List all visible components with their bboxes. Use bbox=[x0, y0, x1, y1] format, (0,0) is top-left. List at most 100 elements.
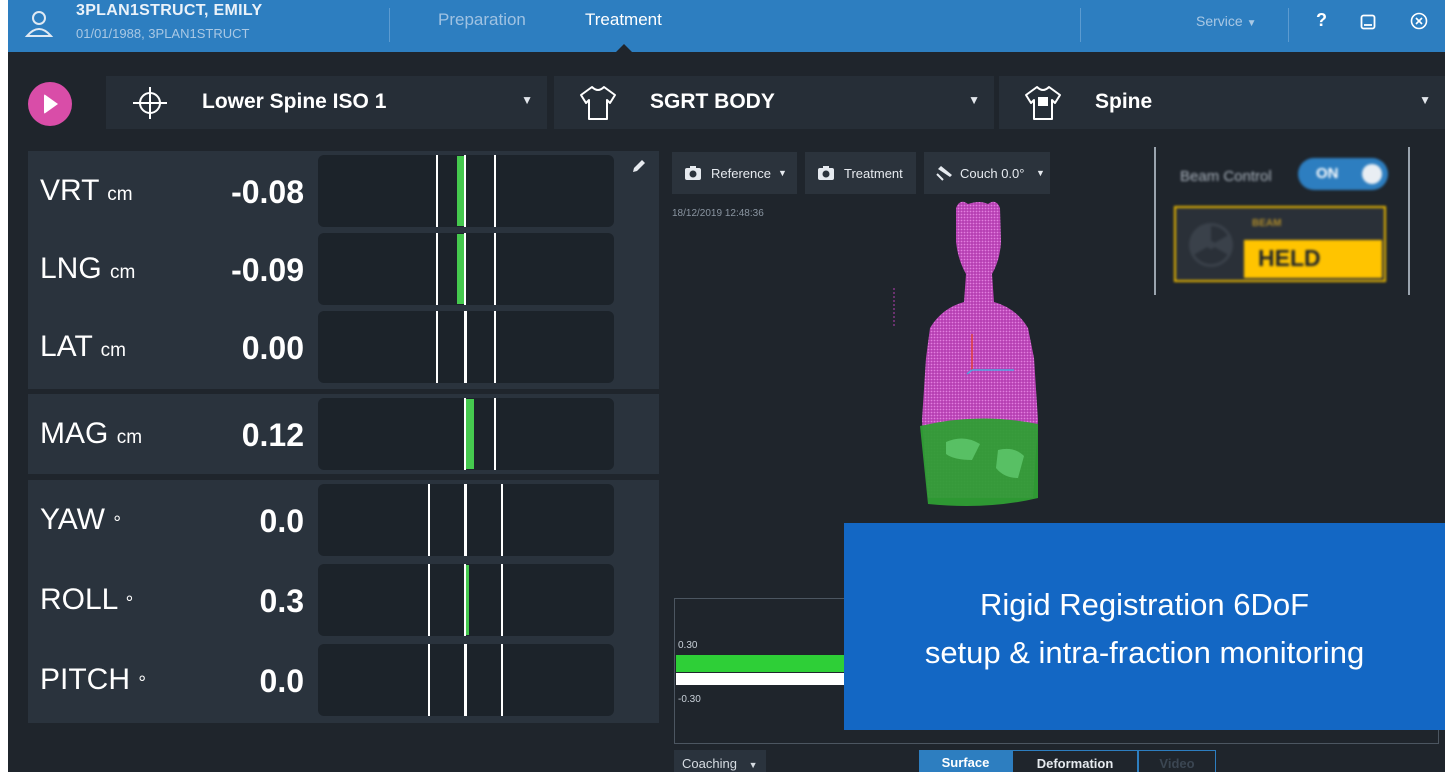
patient-surface-render[interactable] bbox=[888, 198, 1068, 528]
capture-timestamp: 18/12/2019 12:48:36 bbox=[672, 208, 764, 219]
divider bbox=[1288, 8, 1289, 42]
tolerance-line bbox=[428, 564, 430, 636]
couch-button[interactable]: Couch 0.0° ▼ bbox=[924, 152, 1050, 194]
beam-status-title: BEAM bbox=[1244, 212, 1382, 236]
minimize-icon[interactable] bbox=[1360, 14, 1376, 30]
metric-label: PITCH ° bbox=[40, 663, 146, 697]
metric-gauge bbox=[318, 484, 614, 556]
center-line bbox=[464, 233, 466, 305]
tolerance-line bbox=[428, 644, 430, 716]
metric-value: 0.0 bbox=[259, 663, 304, 699]
metric-row-yaw: YAW ° 0.0 bbox=[28, 483, 659, 557]
metric-row-lng: LNG cm -0.09 bbox=[28, 232, 659, 306]
metric-value: 0.3 bbox=[259, 583, 304, 619]
metric-gauge bbox=[318, 311, 614, 383]
tolerance-line bbox=[494, 398, 496, 470]
tolerance-line bbox=[501, 564, 503, 636]
chevron-down-icon: ▼ bbox=[1246, 18, 1257, 29]
user-icon[interactable] bbox=[22, 8, 56, 42]
tolerance-line bbox=[436, 155, 438, 227]
metric-value: -0.09 bbox=[231, 252, 304, 288]
center-line bbox=[464, 155, 466, 227]
service-label: Service bbox=[1196, 13, 1243, 29]
chevron-down-icon: ▼ bbox=[968, 93, 980, 107]
camera-icon bbox=[818, 166, 834, 180]
play-icon bbox=[44, 94, 58, 114]
treatment-capture-button[interactable]: Treatment bbox=[805, 152, 916, 194]
help-icon[interactable]: ? bbox=[1316, 10, 1327, 31]
isocenter-selector[interactable]: Lower Spine ISO 1 ▼ bbox=[106, 76, 547, 129]
tab-preparation[interactable]: Preparation bbox=[438, 10, 526, 30]
view-tab-video[interactable]: Video bbox=[1138, 750, 1216, 772]
metric-unit: ° bbox=[138, 673, 146, 694]
reference-label: Reference bbox=[711, 166, 771, 181]
region-selector[interactable]: Spine ▼ bbox=[999, 76, 1445, 129]
metric-unit: ° bbox=[113, 513, 121, 534]
service-menu[interactable]: Service ▼ bbox=[1196, 13, 1256, 29]
offset-bar bbox=[466, 565, 469, 635]
metric-gauge bbox=[318, 564, 614, 636]
view-tab-surface[interactable]: Surface bbox=[919, 750, 1012, 772]
metric-name: VRT bbox=[40, 174, 99, 207]
toggle-knob bbox=[1362, 164, 1382, 184]
active-tab-indicator bbox=[616, 44, 632, 52]
rotation-group: YAW ° 0.0 ROLL ° 0.3 PITCH ° 0.0 bbox=[28, 480, 659, 723]
trace-tolerance-band bbox=[676, 655, 846, 672]
isocenter-label: Lower Spine ISO 1 bbox=[202, 90, 387, 113]
caption-overlay: Rigid Registration 6DoF setup & intra-fr… bbox=[844, 523, 1445, 730]
metric-value: 0.12 bbox=[241, 417, 304, 453]
tolerance-line bbox=[494, 155, 496, 227]
chevron-down-icon: ▼ bbox=[1036, 168, 1045, 178]
metric-name: ROLL bbox=[40, 583, 118, 616]
beam-control-panel: Beam Control ON BEAM HELD bbox=[1166, 150, 1398, 292]
tab-treatment[interactable]: Treatment bbox=[585, 10, 662, 30]
body-selector[interactable]: SGRT BODY ▼ bbox=[554, 76, 994, 129]
coaching-dropdown[interactable]: Coaching ▼ bbox=[674, 750, 766, 772]
edit-pencil-icon[interactable] bbox=[630, 157, 648, 175]
play-button[interactable] bbox=[28, 82, 72, 126]
chevron-down-icon: ▼ bbox=[778, 168, 787, 178]
view-tab-deformation[interactable]: Deformation bbox=[1012, 750, 1138, 772]
magnitude-group: MAG cm 0.12 bbox=[28, 394, 659, 474]
tolerance-line bbox=[501, 484, 503, 556]
beam-status-value: HELD bbox=[1244, 240, 1382, 278]
coaching-label: Coaching bbox=[682, 756, 737, 771]
metric-label: VRT cm bbox=[40, 174, 133, 208]
metric-unit: cm bbox=[107, 184, 133, 205]
trace-baseline-band bbox=[676, 673, 846, 685]
metric-name: YAW bbox=[40, 503, 105, 536]
beam-panel-border bbox=[1154, 147, 1156, 295]
divider bbox=[389, 8, 390, 42]
camera-icon bbox=[685, 166, 701, 180]
metric-value: 0.0 bbox=[259, 503, 304, 539]
metric-value: -0.08 bbox=[231, 174, 304, 210]
beam-control-toggle[interactable]: ON bbox=[1298, 158, 1388, 190]
center-line bbox=[464, 398, 466, 470]
top-bar: 3PLAN1STRUCT, EMILY 01/01/1988, 3PLAN1ST… bbox=[8, 0, 1445, 52]
metric-name: PITCH bbox=[40, 663, 130, 696]
treatment-label: Treatment bbox=[844, 166, 903, 181]
patient-details: 01/01/1988, 3PLAN1STRUCT bbox=[76, 26, 250, 41]
couch-icon bbox=[936, 166, 952, 181]
metric-label: MAG cm bbox=[40, 417, 142, 451]
caption-line-2: setup & intra-fraction monitoring bbox=[924, 635, 1365, 670]
metric-unit: cm bbox=[100, 340, 126, 361]
caption-line-1: Rigid Registration 6DoF bbox=[979, 587, 1310, 622]
metric-gauge bbox=[318, 233, 614, 305]
couch-label: Couch 0.0° bbox=[960, 166, 1025, 181]
metric-row-mag: MAG cm 0.12 bbox=[28, 397, 659, 471]
chevron-down-icon: ▼ bbox=[748, 760, 758, 770]
beam-panel-border bbox=[1408, 147, 1410, 295]
torso-icon bbox=[580, 86, 616, 120]
metric-label: LAT cm bbox=[40, 330, 126, 364]
radiation-icon bbox=[1189, 223, 1233, 267]
metric-row-vrt: VRT cm -0.08 bbox=[28, 154, 659, 228]
metric-unit: ° bbox=[125, 593, 134, 614]
center-line bbox=[464, 644, 467, 716]
close-icon[interactable] bbox=[1410, 12, 1428, 30]
torso-region-icon bbox=[1025, 86, 1061, 120]
tolerance-line bbox=[428, 484, 430, 556]
center-line bbox=[464, 311, 467, 383]
reference-button[interactable]: Reference ▼ bbox=[672, 152, 797, 194]
metric-gauge bbox=[318, 398, 614, 470]
